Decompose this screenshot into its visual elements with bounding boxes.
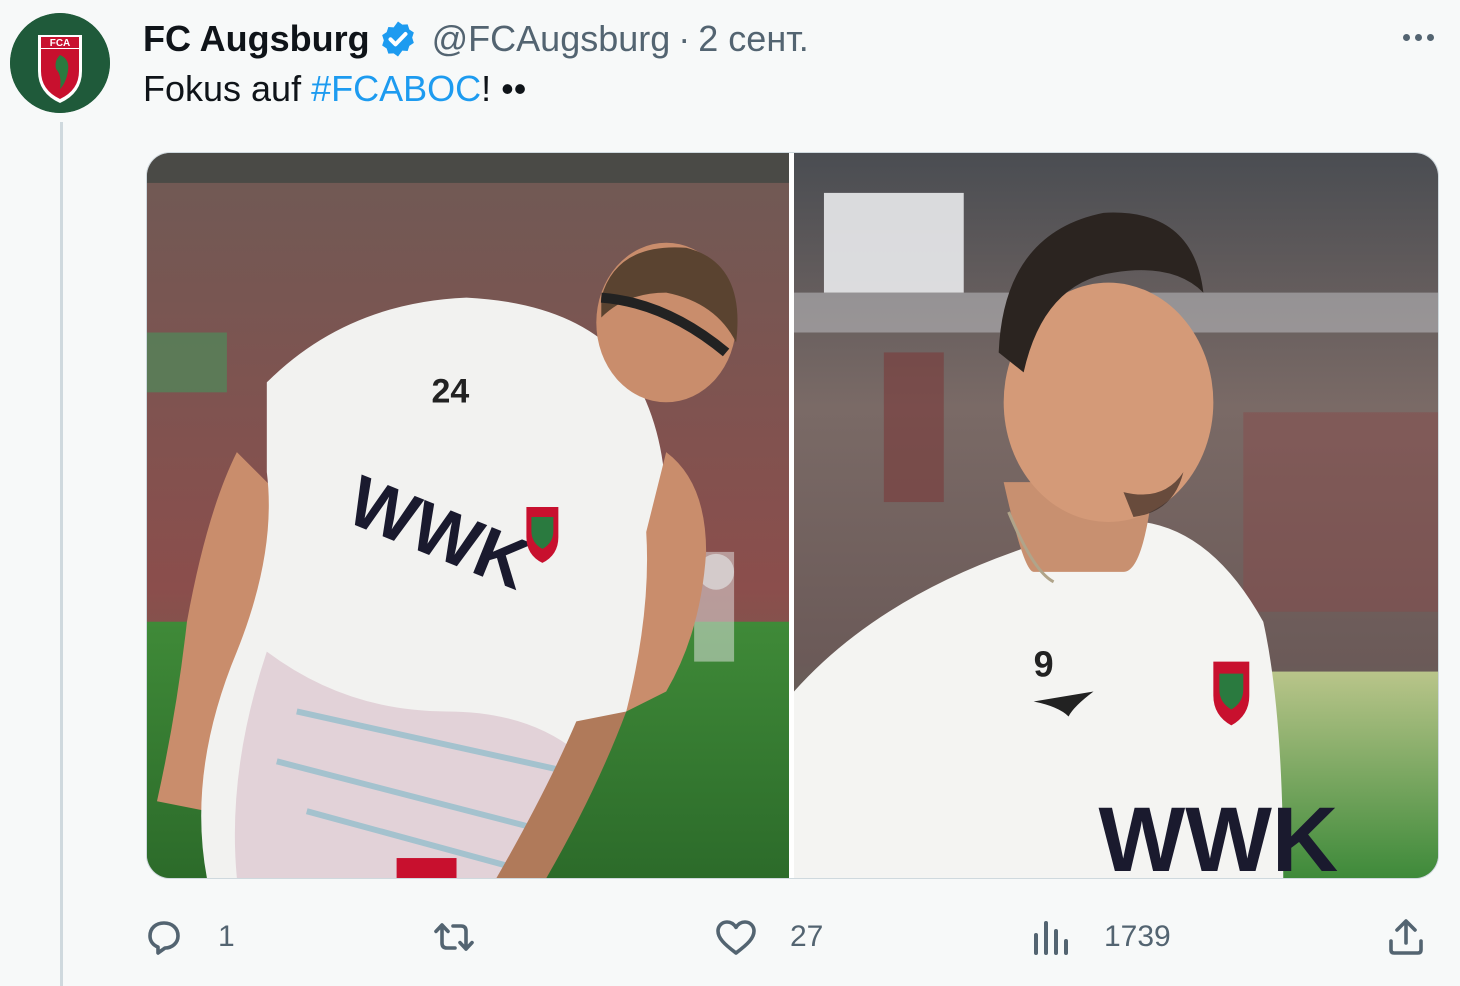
tweet-date[interactable]: 2 сент. bbox=[698, 18, 808, 60]
avatar[interactable]: FCA bbox=[10, 13, 110, 113]
sponsor-logo-right: WWK bbox=[1099, 789, 1339, 878]
tweet-header: FC Augsburg @FCAugsburg · 2 сент. bbox=[143, 14, 809, 64]
views-chart-icon bbox=[1034, 921, 1068, 955]
separator: · bbox=[678, 18, 691, 59]
like-button[interactable]: 27 bbox=[712, 905, 823, 969]
more-dot bbox=[1414, 33, 1422, 41]
tweet-text-prefix: Fokus auf bbox=[143, 68, 312, 109]
reply-button[interactable]: 1 bbox=[140, 905, 235, 969]
display-name[interactable]: FC Augsburg bbox=[143, 18, 370, 60]
avatar-text: FCA bbox=[50, 38, 71, 49]
like-count: 27 bbox=[790, 920, 824, 953]
photo-left[interactable]: 24 WWK bbox=[147, 153, 789, 878]
share-button[interactable] bbox=[1382, 905, 1430, 969]
photo-player-9-icon: 9 WWK bbox=[794, 153, 1438, 878]
verified-badge-icon[interactable] bbox=[378, 19, 418, 59]
shirt-number-9: 9 bbox=[1034, 644, 1054, 685]
heart-icon bbox=[716, 920, 756, 955]
more-dot bbox=[1402, 33, 1410, 41]
photo-right[interactable]: 9 WWK bbox=[794, 153, 1438, 878]
views-button[interactable]: 1739 bbox=[1026, 905, 1171, 969]
media-grid: 24 WWK 9 WWK bbox=[146, 152, 1439, 879]
tweet-text-suffix: ! •• bbox=[481, 68, 527, 109]
fca-crest-icon: FCA bbox=[10, 13, 110, 113]
photo-player-24-icon: 24 WWK bbox=[147, 153, 789, 878]
retweet-button[interactable] bbox=[430, 905, 508, 969]
views-count: 1739 bbox=[1104, 920, 1171, 953]
more-dot bbox=[1426, 33, 1434, 41]
shirt-number-24: 24 bbox=[432, 372, 470, 410]
retweet-icon bbox=[434, 923, 474, 951]
more-horizontal-icon[interactable] bbox=[1394, 22, 1442, 52]
handle[interactable]: @FCAugsburg bbox=[432, 18, 671, 60]
share-icon bbox=[1389, 919, 1423, 955]
action-bar: 1 27 1739 bbox=[140, 905, 1440, 969]
reply-icon bbox=[148, 921, 180, 955]
reply-count: 1 bbox=[218, 920, 235, 953]
tweet-text: Fokus auf #FCABOC! •• bbox=[143, 68, 526, 110]
hashtag-link[interactable]: #FCABOC bbox=[311, 68, 481, 109]
thread-line bbox=[60, 122, 63, 986]
tweet-card[interactable]: FCA FC Augsburg @FCAugsburg · 2 сент. Fo… bbox=[0, 0, 1460, 986]
